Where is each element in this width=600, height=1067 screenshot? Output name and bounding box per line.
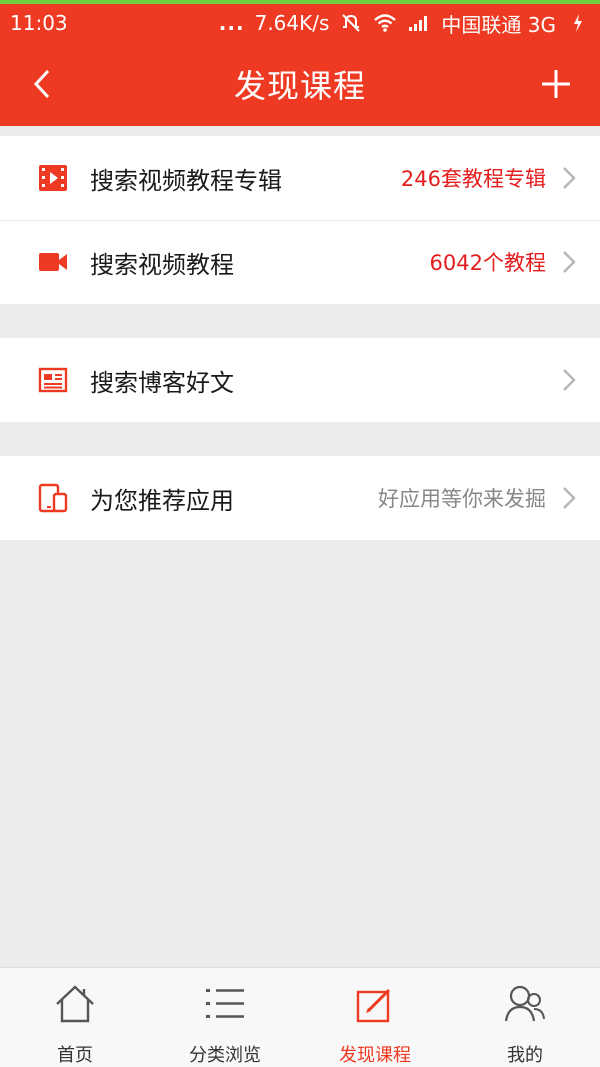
page-title: 发现课程	[233, 67, 366, 105]
row-search-albums[interactable]: 搜索视频教程专辑 246套教程专辑	[0, 136, 600, 220]
row-search-videos[interactable]: 搜索视频教程 6042个教程	[0, 220, 600, 304]
video-camera-icon	[38, 247, 68, 277]
app-bar: 发现课程	[0, 42, 600, 126]
chevron-left-icon	[33, 69, 50, 99]
home-icon	[53, 982, 97, 1025]
row-value: 6042个教程	[429, 251, 546, 275]
back-button[interactable]	[22, 62, 62, 106]
nav-label: 发现课程	[339, 1045, 411, 1066]
network-speed: 7.64K/s	[254, 11, 330, 35]
nav-label: 分类浏览	[189, 1045, 261, 1066]
row-search-blog[interactable]: 搜索博客好文	[0, 338, 600, 422]
chevron-right-icon	[560, 248, 578, 276]
nav-item-categories[interactable]: 分类浏览	[150, 968, 300, 1067]
row-value: 246套教程专辑	[400, 167, 546, 191]
charging-icon	[566, 12, 590, 34]
nav-label: 首页	[57, 1045, 93, 1066]
nav-item-me[interactable]: 我的	[450, 968, 600, 1067]
status-time: 11:03	[10, 11, 68, 35]
nav-item-discover[interactable]: 发现课程	[300, 968, 450, 1067]
plus-icon	[542, 70, 570, 98]
screen: 11:03 ... 7.64K/s 中国联通 3G 发现课程 搜索视频教程专辑 …	[0, 0, 600, 1067]
nav-item-home[interactable]: 首页	[0, 968, 150, 1067]
list-icon	[203, 982, 247, 1025]
add-button[interactable]	[534, 62, 578, 106]
row-recommend-apps[interactable]: 为您推荐应用 好应用等你来发掘	[0, 456, 600, 540]
mute-icon	[339, 12, 363, 34]
chevron-right-icon	[560, 366, 578, 394]
list-group-apps: 为您推荐应用 好应用等你来发掘	[0, 456, 600, 540]
bottom-nav: 首页 分类浏览 发现课程 我的	[0, 967, 600, 1067]
status-right: ... 7.64K/s 中国联通 3G	[219, 9, 590, 38]
nav-label: 我的	[507, 1045, 543, 1066]
row-value: 好应用等你来发掘	[378, 487, 546, 511]
list-group-courses: 搜索视频教程专辑 246套教程专辑 搜索视频教程 6042个教程	[0, 136, 600, 304]
signal-icon	[407, 12, 431, 34]
row-label: 搜索视频教程	[90, 250, 234, 279]
list-group-blog: 搜索博客好文	[0, 338, 600, 422]
edit-icon	[353, 982, 397, 1025]
status-dots: ...	[218, 11, 245, 35]
wifi-icon	[373, 12, 397, 34]
film-icon	[38, 163, 68, 193]
chevron-right-icon	[560, 484, 578, 512]
chevron-right-icon	[560, 164, 578, 192]
row-label: 搜索博客好文	[90, 368, 234, 397]
user-icon	[503, 982, 547, 1025]
status-bar: 11:03 ... 7.64K/s 中国联通 3G	[0, 0, 600, 42]
carrier-text: 中国联通 3G	[441, 12, 556, 37]
devices-icon	[38, 483, 68, 513]
article-icon	[38, 365, 68, 395]
row-label: 搜索视频教程专辑	[90, 166, 282, 195]
row-label: 为您推荐应用	[90, 486, 234, 515]
